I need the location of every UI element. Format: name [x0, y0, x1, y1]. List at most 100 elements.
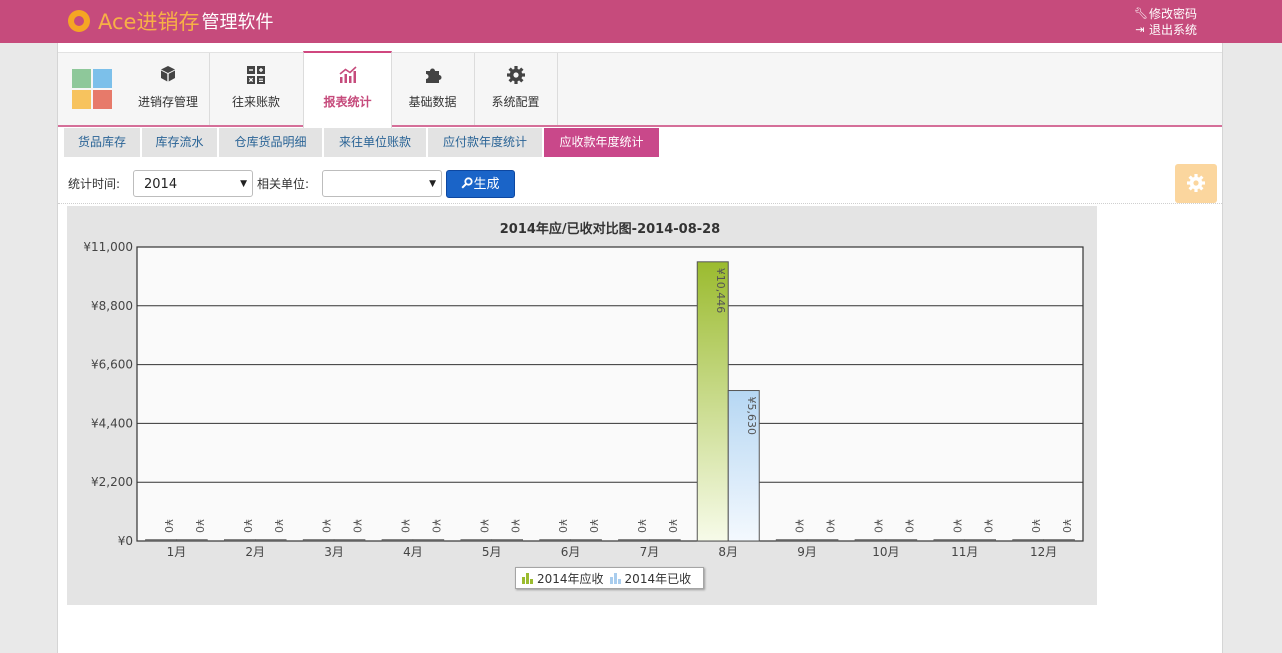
subtab-stock[interactable]: 货品库存 — [64, 128, 140, 157]
bar-value-label: ¥0 — [556, 519, 569, 533]
x-tick-label: 10月 — [872, 545, 899, 559]
legend-item-received[interactable]: 2014年已收 — [609, 570, 692, 587]
bar[interactable] — [1012, 539, 1044, 542]
nav-item-reports[interactable]: 报表统计 — [303, 51, 392, 129]
bar[interactable] — [775, 539, 808, 542]
bar[interactable] — [854, 539, 887, 542]
bar-value-label: ¥10,446 — [714, 268, 727, 314]
nav-item-inventory[interactable]: 进销存管理 — [127, 53, 210, 125]
x-tick-label: 9月 — [797, 545, 817, 559]
generate-label: 生成 — [473, 177, 500, 192]
change-password-link[interactable]: 🔧︎ 修改密码 — [1134, 6, 1197, 22]
nav-item-label: 系统配置 — [491, 95, 540, 109]
chart-legend: 2014年应收 2014年已收 — [515, 567, 705, 589]
bar[interactable] — [333, 539, 366, 542]
bar-value-label: ¥0 — [193, 519, 206, 533]
bar[interactable] — [885, 539, 918, 542]
logout-label: 退出系统 — [1149, 23, 1198, 37]
subtab-partner-accounts[interactable]: 来往单位账款 — [324, 128, 426, 157]
change-password-label: 修改密码 — [1149, 7, 1198, 21]
nav-item-settings[interactable]: 系统配置 — [474, 53, 558, 125]
main-panel: 进销存管理 往来账款 报表统计 基础数据 系统配置 货品库存 库存流水 仓库货品… — [57, 43, 1223, 653]
settings-gear-button[interactable] — [1175, 164, 1217, 203]
y-tick-label: ¥11,000 — [83, 240, 133, 254]
brand: Ace进销存 管理软件 — [68, 7, 273, 35]
bar[interactable] — [224, 539, 256, 542]
calculator-icon — [209, 65, 303, 87]
bar-value-label: ¥0 — [824, 519, 837, 533]
gear-icon — [1186, 174, 1206, 199]
user-links: 🔧︎ 修改密码 ⇥ 退出系统 — [1134, 6, 1197, 38]
legend-label: 2014年已收 — [624, 571, 692, 586]
x-tick-label: 12月 — [1030, 545, 1057, 559]
x-tick-label: 4月 — [403, 545, 423, 559]
bar[interactable] — [933, 539, 965, 542]
brand-title-rest: 管理软件 — [201, 12, 274, 33]
y-tick-label: ¥8,800 — [91, 299, 133, 313]
bar-value-label: ¥0 — [398, 519, 411, 533]
bar[interactable] — [618, 539, 650, 542]
subtab-receivable-yearly[interactable]: 应收款年度统计 — [544, 128, 659, 157]
chart-title: 2014年应/已收对比图-2014-08-28 — [500, 221, 720, 237]
subtab-warehouse-detail[interactable]: 仓库货品明细 — [219, 128, 322, 157]
time-label: 统计时间: — [68, 177, 121, 191]
unit-select[interactable]: ▼ — [322, 170, 442, 197]
nav-item-label: 进销存管理 — [137, 95, 198, 109]
y-tick-label: ¥0 — [118, 534, 133, 548]
year-select[interactable]: 2014 ▼ — [133, 170, 253, 197]
bar-chart: 2014年应/已收对比图-2014-08-28 ¥0 ¥0 ¥0 ¥0 ¥0 ¥0 ¥0 ¥0… — [83, 221, 1084, 559]
brand-logo-icon — [68, 10, 90, 32]
bar-value-label: ¥0 — [508, 519, 521, 533]
bar[interactable] — [255, 539, 287, 542]
bar-value-label: ¥0 — [477, 519, 490, 533]
nav-item-label: 报表统计 — [323, 95, 372, 109]
nav-item-label: 往来账款 — [231, 95, 280, 109]
subtab-payable-yearly[interactable]: 应付款年度统计 — [428, 128, 542, 157]
puzzle-icon — [391, 65, 474, 87]
bar[interactable] — [176, 539, 208, 542]
bar-value-label: ¥0 — [587, 519, 600, 533]
x-tick-label: 2月 — [245, 545, 265, 559]
bar[interactable] — [145, 539, 177, 542]
bar[interactable] — [460, 539, 492, 542]
bar-value-label: ¥0 — [351, 519, 364, 533]
bar[interactable] — [539, 539, 571, 542]
bar[interactable] — [412, 539, 445, 542]
brand-title-ace: Ace进销存 — [98, 10, 200, 34]
app-grid-icon[interactable] — [72, 69, 112, 109]
bar[interactable] — [302, 539, 335, 542]
x-tick-label: 11月 — [951, 545, 978, 559]
bar[interactable] — [491, 539, 523, 542]
chart-area: 2014年应/已收对比图-2014-08-28 ¥0 ¥0 ¥0 ¥0 ¥0 ¥0 ¥0 ¥0… — [67, 206, 1097, 605]
bar[interactable] — [964, 539, 996, 542]
nav-item-base-data[interactable]: 基础数据 — [391, 53, 475, 125]
plot-area — [136, 246, 1084, 542]
bar[interactable] — [381, 539, 414, 542]
bar-value-label: ¥5,630 — [745, 397, 758, 436]
bar[interactable] — [806, 539, 839, 542]
bar-value-label: ¥0 — [871, 519, 884, 533]
search-icon — [461, 172, 474, 200]
subtab-stock-flow[interactable]: 库存流水 — [142, 128, 217, 157]
bar-value-label: ¥0 — [666, 519, 679, 533]
bar-value-label: ¥0 — [1029, 519, 1042, 533]
cube-icon — [127, 65, 209, 87]
bar-value-label: ¥0 — [950, 519, 963, 533]
bar-value-label: ¥0 — [241, 519, 254, 533]
bar-value-label: ¥0 — [162, 519, 175, 533]
y-tick-label: ¥6,600 — [91, 358, 133, 372]
gear-icon — [474, 65, 557, 87]
bar[interactable] — [1043, 539, 1075, 542]
nav-item-accounts[interactable]: 往来账款 — [209, 53, 304, 125]
y-tick-label: ¥2,200 — [91, 475, 133, 489]
caret-down-icon: ▼ — [240, 179, 247, 189]
y-tick-label: ¥4,400 — [91, 416, 133, 430]
legend-item-receivable[interactable]: 2014年应收 — [522, 570, 604, 587]
sign-out-icon: ⇥ — [1135, 23, 1145, 36]
bar[interactable] — [649, 539, 681, 542]
bar[interactable] — [570, 539, 602, 542]
x-tick-label: 7月 — [640, 545, 660, 559]
x-tick-label: 6月 — [561, 545, 581, 559]
logout-link[interactable]: ⇥ 退出系统 — [1134, 22, 1197, 38]
generate-button[interactable]: 生成 — [446, 170, 515, 198]
